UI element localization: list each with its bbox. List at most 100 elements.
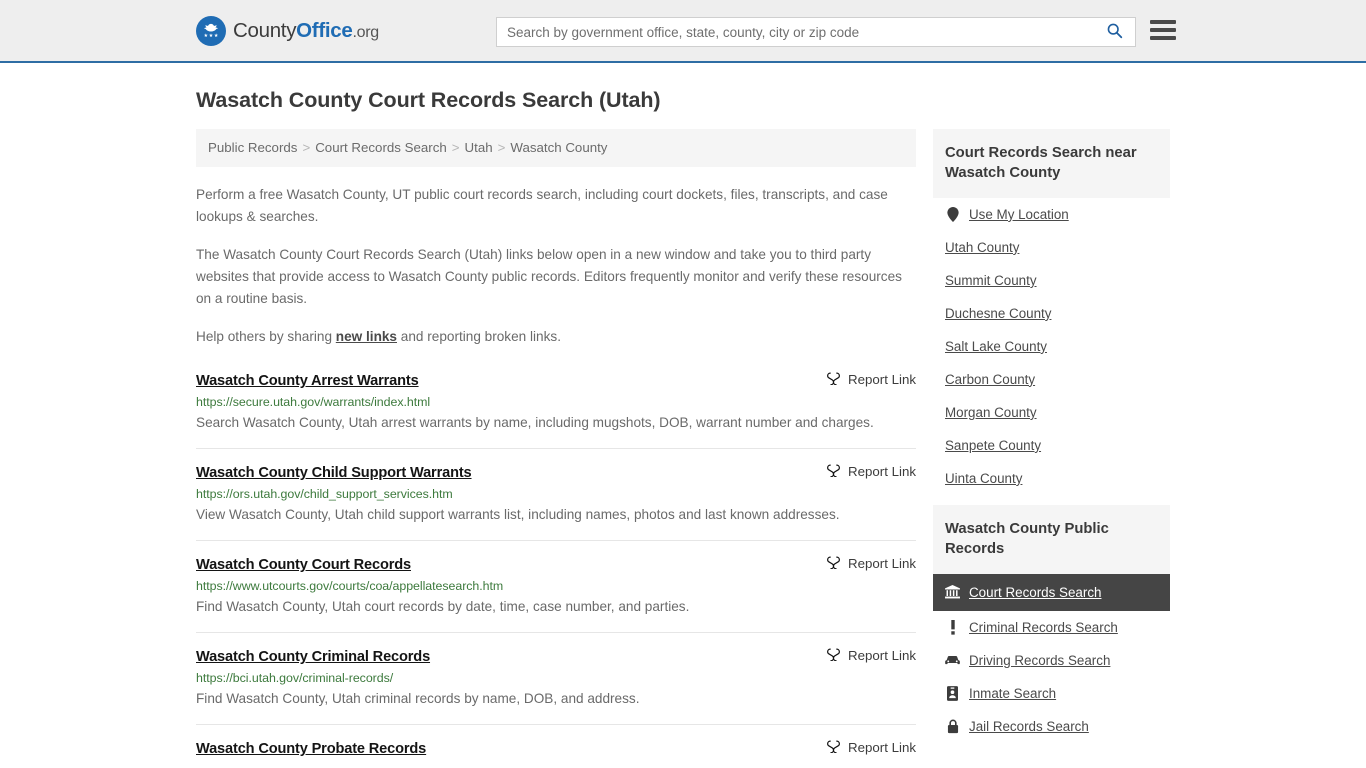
sidebar-near-box: Court Records Search near Wasatch County… (933, 129, 1170, 495)
sidebar-item-uinta-county[interactable]: Uinta County (933, 462, 1170, 495)
report-link-button[interactable]: Report Link (826, 554, 916, 572)
broken-link-icon (826, 462, 841, 480)
sidebar-item-label[interactable]: Morgan County (945, 405, 1037, 420)
report-link-label: Report Link (848, 463, 916, 479)
lock-icon (945, 719, 960, 734)
sidebar-item-label[interactable]: Inmate Search (969, 686, 1056, 701)
main-column: Public Records > Court Records Search > Utah… (196, 129, 916, 768)
id-badge-icon (945, 685, 960, 701)
sidebar-item-label[interactable]: Court Records Search (969, 585, 1101, 600)
sidebar-item-utah-county[interactable]: Utah County (933, 231, 1170, 264)
sidebar-item-label[interactable]: Sanpete County (945, 438, 1041, 453)
result-item: Wasatch County Criminal Records Report Li… (196, 646, 916, 726)
result-title-link[interactable]: Wasatch County Criminal Records (196, 649, 430, 665)
search-button[interactable] (1102, 18, 1135, 46)
hamburger-bar (1150, 20, 1176, 24)
sidebar-item-duchesne-county[interactable]: Duchesne County (933, 297, 1170, 330)
sidebar-public-records-box: Wasatch County Public Records Court Reco… (933, 504, 1170, 743)
breadcrumb-item-utah[interactable]: Utah (465, 140, 493, 155)
sidebar-item-label[interactable]: Uinta County (945, 471, 1022, 486)
sidebar-item-label[interactable]: Driving Records Search (969, 653, 1110, 668)
broken-link-icon (826, 738, 841, 756)
sidebar-item-jail-records-search[interactable]: Jail Records Search (933, 710, 1170, 743)
sidebar-item-salt-lake-county[interactable]: Salt Lake County (933, 330, 1170, 363)
car-icon (945, 654, 960, 666)
report-link-button[interactable]: Report Link (826, 646, 916, 664)
breadcrumb: Public Records > Court Records Search > Utah… (196, 129, 916, 167)
breadcrumb-item-public-records[interactable]: Public Records (208, 140, 297, 155)
sidebar-item-label[interactable]: Duchesne County (945, 306, 1051, 321)
breadcrumb-separator: > (302, 140, 311, 155)
new-links-link[interactable]: new links (336, 329, 397, 344)
report-link-label: Report Link (848, 739, 916, 755)
sidebar-item-use-my-location[interactable]: Use My Location (933, 198, 1170, 231)
sidebar: Court Records Search near Wasatch County… (933, 129, 1170, 753)
hamburger-bar (1150, 28, 1176, 32)
result-title-link[interactable]: Wasatch County Child Support Warrants (196, 465, 472, 481)
sidebar-item-sanpete-county[interactable]: Sanpete County (933, 429, 1170, 462)
exclamation-icon (945, 619, 960, 635)
sidebar-item-summit-county[interactable]: Summit County (933, 264, 1170, 297)
sidebar-item-inmate-search[interactable]: Inmate Search (933, 677, 1170, 710)
report-link-button[interactable]: Report Link (826, 738, 916, 756)
result-url-link[interactable]: https://secure.utah.gov/warrants/index.h… (196, 395, 916, 409)
intro-paragraph-3: Help others by sharing new links and rep… (196, 326, 916, 348)
brand-text-county: County (233, 18, 297, 42)
sidebar-item-label[interactable]: Salt Lake County (945, 339, 1047, 354)
result-url-link[interactable]: https://bci.utah.gov/criminal-records/ (196, 671, 916, 685)
site-logo-link[interactable]: CountyOffice.org (196, 15, 379, 46)
search-icon (1106, 22, 1123, 42)
result-description: Find Wasatch County, Utah court records … (196, 599, 690, 615)
result-title-link[interactable]: Wasatch County Arrest Warrants (196, 373, 419, 389)
sidebar-item-court-records-search[interactable]: Court Records Search (933, 573, 1170, 611)
breadcrumb-separator: > (451, 140, 460, 155)
sidebar-item-label[interactable]: Use My Location (969, 207, 1069, 222)
page-title: Wasatch County Court Records Search (Uta… (196, 88, 661, 112)
results-list: Wasatch County Arrest Warrants Report Lin… (196, 370, 916, 768)
sidebar-item-morgan-county[interactable]: Morgan County (933, 396, 1170, 429)
report-link-button[interactable]: Report Link (826, 462, 916, 480)
sidebar-near-list: Use My Location Utah County Summit County D… (933, 198, 1170, 495)
brand-text-org: .org (352, 23, 379, 41)
content-layout: Public Records > Court Records Search > Utah… (196, 129, 1170, 768)
brand-wordmark: CountyOffice.org (233, 19, 379, 43)
sidebar-item-driving-records-search[interactable]: Driving Records Search (933, 644, 1170, 677)
hamburger-menu-icon[interactable] (1150, 20, 1176, 40)
sidebar-near-heading: Court Records Search near Wasatch County (933, 129, 1170, 198)
search-bar[interactable] (496, 17, 1136, 47)
sidebar-public-records-list: Court Records Search Criminal Records Sea… (933, 573, 1170, 743)
sidebar-item-label[interactable]: Jail Records Search (969, 719, 1089, 734)
sidebar-item-label[interactable]: Criminal Records Search (969, 620, 1118, 635)
breadcrumb-item-court-records-search[interactable]: Court Records Search (315, 140, 447, 155)
result-title-link[interactable]: Wasatch County Probate Records (196, 741, 426, 757)
sidebar-item-carbon-county[interactable]: Carbon County (933, 363, 1170, 396)
intro-text: Perform a free Wasatch County, UT public… (196, 184, 916, 348)
page-body: Wasatch County Court Records Search (Uta… (0, 88, 1366, 768)
intro-paragraph-1: Perform a free Wasatch County, UT public… (196, 186, 888, 224)
result-header: Wasatch County Probate Records Report Lin… (196, 738, 916, 758)
report-link-button[interactable]: Report Link (826, 370, 916, 388)
intro-paragraph-2: The Wasatch County Court Records Search … (196, 246, 902, 307)
hamburger-bar (1150, 36, 1176, 40)
result-description: Search Wasatch County, Utah arrest warra… (196, 415, 874, 431)
sidebar-item-label[interactable]: Carbon County (945, 372, 1035, 387)
sidebar-item-label[interactable]: Summit County (945, 273, 1037, 288)
map-pin-icon (945, 206, 960, 222)
result-url-link[interactable]: https://ors.utah.gov/child_support_servi… (196, 487, 916, 501)
result-description: View Wasatch County, Utah child support … (196, 507, 840, 523)
search-input[interactable] (497, 18, 1102, 46)
result-header: Wasatch County Court Records Report Link (196, 554, 916, 574)
broken-link-icon (826, 646, 841, 664)
result-title-link[interactable]: Wasatch County Court Records (196, 557, 411, 573)
eagle-seal-icon (196, 15, 226, 46)
sidebar-item-label[interactable]: Utah County (945, 240, 1019, 255)
result-item: Wasatch County Arrest Warrants Report Lin… (196, 370, 916, 450)
result-item: Wasatch County Court Records Report Link h… (196, 554, 916, 634)
report-link-label: Report Link (848, 555, 916, 571)
broken-link-icon (826, 370, 841, 388)
result-url-link[interactable]: https://www.utcourts.gov/courts/coa/appe… (196, 579, 916, 593)
courthouse-icon (945, 585, 960, 599)
result-description: Find Wasatch County, Utah criminal recor… (196, 691, 640, 707)
result-header: Wasatch County Arrest Warrants Report Lin… (196, 370, 916, 390)
sidebar-item-criminal-records-search[interactable]: Criminal Records Search (933, 611, 1170, 644)
